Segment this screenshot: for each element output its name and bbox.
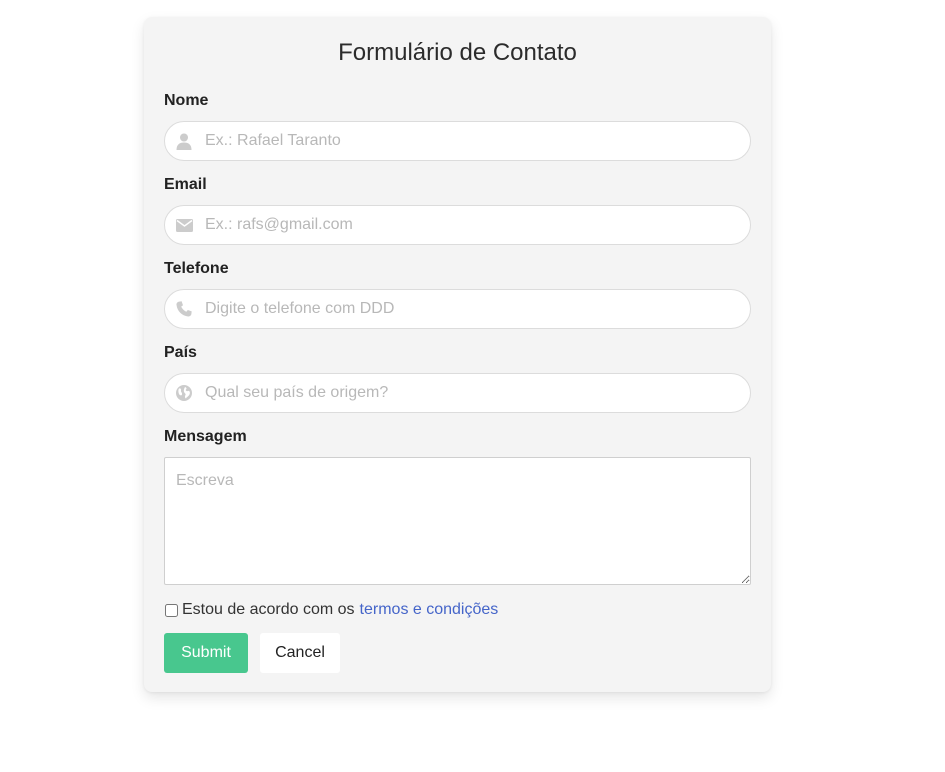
user-icon bbox=[175, 132, 193, 150]
email-input[interactable] bbox=[205, 206, 736, 244]
pais-input[interactable] bbox=[205, 374, 736, 412]
terms-text: Estou de acordo com os bbox=[182, 601, 355, 618]
telefone-field-wrapper bbox=[164, 289, 751, 329]
terms-link[interactable]: termos e condições bbox=[360, 601, 499, 619]
nome-label: Nome bbox=[164, 92, 209, 109]
nome-input[interactable] bbox=[205, 122, 736, 160]
terms-checkbox[interactable] bbox=[165, 603, 178, 617]
phone-icon bbox=[175, 300, 193, 318]
globe-icon bbox=[175, 384, 193, 402]
nome-field-wrapper bbox=[164, 121, 751, 161]
pais-label: País bbox=[164, 344, 197, 361]
contact-form-card: Formulário de Contato Nome Email Telefon… bbox=[144, 17, 771, 692]
pais-field-wrapper bbox=[164, 373, 751, 413]
terms-agreement: Estou de acordo com os termos e condiçõe… bbox=[164, 600, 498, 620]
email-label: Email bbox=[164, 176, 207, 193]
mensagem-textarea[interactable] bbox=[164, 457, 751, 585]
telefone-input[interactable] bbox=[205, 290, 736, 328]
email-field-wrapper bbox=[164, 205, 751, 245]
mensagem-label: Mensagem bbox=[164, 428, 247, 445]
submit-button[interactable]: Submit bbox=[164, 633, 248, 673]
cancel-button[interactable]: Cancel bbox=[260, 633, 340, 673]
form-title: Formulário de Contato bbox=[338, 39, 577, 66]
telefone-label: Telefone bbox=[164, 260, 229, 277]
envelope-icon bbox=[175, 216, 193, 234]
